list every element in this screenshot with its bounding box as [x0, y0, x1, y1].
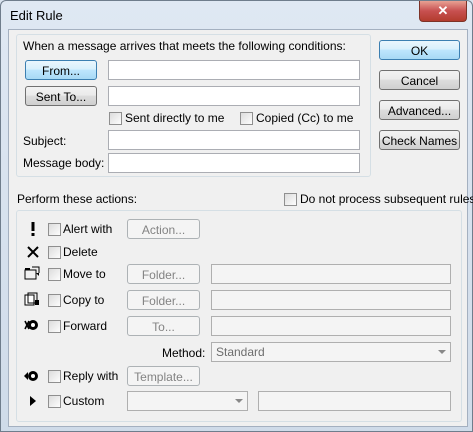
copied-cc-checkbox[interactable]	[240, 112, 253, 125]
move-to-label: Move to	[63, 267, 106, 281]
alert-label: Alert with	[63, 222, 113, 236]
reply-icon	[23, 368, 39, 384]
alert-action-button[interactable]: Action...	[127, 219, 200, 239]
ok-button[interactable]: OK	[379, 40, 460, 60]
move-folder-field[interactable]	[211, 264, 451, 284]
conditions-heading: When a message arrives that meets the fo…	[23, 39, 346, 53]
message-body-label: Message body:	[23, 156, 105, 170]
cancel-button[interactable]: Cancel	[379, 70, 460, 90]
cancel-label: Cancel	[400, 74, 439, 88]
sent-to-button-label: Sent To...	[35, 90, 87, 104]
check-names-button[interactable]: Check Names	[379, 130, 460, 150]
ok-label: OK	[410, 44, 429, 58]
sent-directly-label: Sent directly to me	[125, 111, 225, 125]
close-button[interactable]: ✕	[419, 1, 467, 22]
alert-action-label: Action...	[141, 223, 186, 237]
chevron-down-icon	[235, 399, 243, 403]
alert-checkbox[interactable]	[48, 223, 61, 236]
close-icon: ✕	[437, 3, 449, 18]
advanced-button[interactable]: Advanced...	[379, 100, 460, 120]
check-names-label: Check Names	[381, 134, 458, 148]
move-folder-icon	[24, 265, 40, 281]
copy-folder-icon	[24, 291, 40, 307]
forward-to-field[interactable]	[211, 316, 451, 336]
move-folder-button[interactable]: Folder...	[127, 264, 200, 284]
do-not-process-checkbox[interactable]	[284, 193, 297, 206]
method-label: Method:	[162, 346, 206, 360]
forward-checkbox[interactable]	[48, 320, 61, 333]
message-body-field[interactable]	[108, 153, 360, 173]
move-folder-label: Folder...	[141, 268, 186, 282]
forward-icon	[23, 317, 39, 333]
subject-label: Subject:	[23, 134, 67, 148]
method-select[interactable]: Standard	[211, 342, 451, 362]
sent-directly-checkbox[interactable]	[109, 112, 122, 125]
copy-folder-button[interactable]: Folder...	[127, 290, 200, 310]
reply-template-button[interactable]: Template...	[127, 366, 200, 386]
from-field[interactable]	[108, 60, 360, 80]
reply-template-label: Template...	[134, 370, 193, 384]
copy-folder-field[interactable]	[211, 290, 451, 310]
window-title: Edit Rule	[10, 8, 63, 23]
method-value: Standard	[216, 345, 265, 359]
actions-heading: Perform these actions:	[17, 192, 138, 206]
custom-label: Custom	[63, 394, 105, 408]
exclamation-icon	[25, 221, 41, 237]
subject-field[interactable]	[108, 130, 360, 150]
delete-label: Delete	[63, 245, 98, 259]
edit-rule-dialog: Edit Rule ✕ When a message arrives that …	[0, 0, 473, 432]
delete-checkbox[interactable]	[48, 246, 61, 259]
x-delete-icon	[25, 244, 41, 260]
play-arrow-icon	[26, 393, 42, 409]
advanced-label: Advanced...	[387, 104, 452, 118]
from-button[interactable]: From...	[25, 60, 97, 80]
custom-checkbox[interactable]	[48, 395, 61, 408]
move-to-checkbox[interactable]	[48, 268, 61, 281]
do-not-process-label: Do not process subsequent rules	[300, 192, 473, 206]
chevron-down-icon	[438, 350, 446, 354]
copy-folder-label: Folder...	[141, 294, 186, 308]
reply-checkbox[interactable]	[48, 370, 61, 383]
copy-to-checkbox[interactable]	[48, 294, 61, 307]
sent-to-field[interactable]	[108, 86, 360, 106]
custom-select[interactable]	[127, 391, 248, 411]
sent-to-button[interactable]: Sent To...	[25, 86, 97, 106]
custom-field[interactable]	[258, 391, 451, 411]
from-button-label: From...	[42, 64, 80, 78]
forward-to-label: To...	[152, 320, 175, 334]
reply-label: Reply with	[63, 369, 119, 383]
dialog-client: When a message arrives that meets the fo…	[8, 29, 473, 427]
forward-to-button[interactable]: To...	[127, 316, 200, 336]
copy-to-label: Copy to	[63, 293, 105, 307]
copied-cc-label: Copied (Cc) to me	[256, 111, 354, 125]
forward-label: Forward	[63, 319, 108, 333]
